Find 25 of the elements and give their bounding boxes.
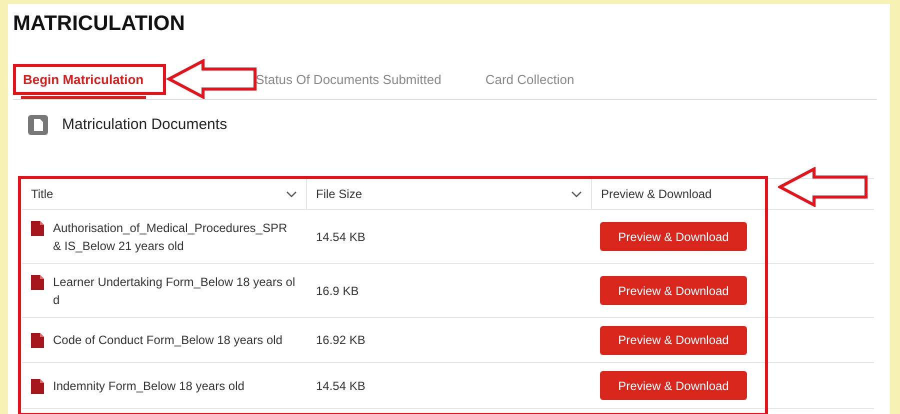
- table-cell-text: 14.54 KB: [315, 378, 366, 394]
- pdf-file-icon: [31, 220, 44, 236]
- preview-download-button[interactable]: Preview & Download: [600, 222, 747, 251]
- column-header[interactable]: Title: [22, 179, 307, 209]
- preview-download-button[interactable]: Preview & Download: [600, 371, 747, 400]
- document-icon: [28, 115, 48, 135]
- table-cell-text: Learner Undertaking Form_Below 18 years old: [53, 274, 296, 308]
- tab[interactable]: Status Of Documents Submitted: [254, 70, 444, 99]
- table-cell-text: Code of Conduct Form_Below 18 years old: [53, 332, 282, 349]
- preview-download-button[interactable]: Preview & Download: [600, 326, 747, 354]
- tab[interactable]: Card Collection: [483, 70, 576, 99]
- table-cell-text: 14.54 KB: [315, 228, 366, 246]
- preview-download-button[interactable]: Preview & Download: [600, 276, 747, 305]
- pdf-file-icon: [31, 378, 44, 394]
- page-title: MATRICULATION: [13, 12, 186, 37]
- pdf-file-icon: [31, 274, 44, 290]
- table-cell-text: 16.92 KB: [315, 332, 366, 349]
- table-cell-text: 16.9 KB: [315, 282, 360, 300]
- table-cell-text: Indemnity Form_Below 18 years old: [53, 378, 244, 394]
- column-header: Preview & Download: [600, 186, 713, 203]
- section-title: Matriculation Documents: [62, 114, 228, 135]
- column-header[interactable]: File Size: [307, 179, 592, 209]
- table-cell-text: Authorisation_of_Medical_Procedures_SPR & IS_Below 21 years old: [53, 220, 288, 254]
- tab[interactable]: Begin Matriculation: [21, 70, 146, 99]
- pdf-file-icon: [31, 333, 44, 348]
